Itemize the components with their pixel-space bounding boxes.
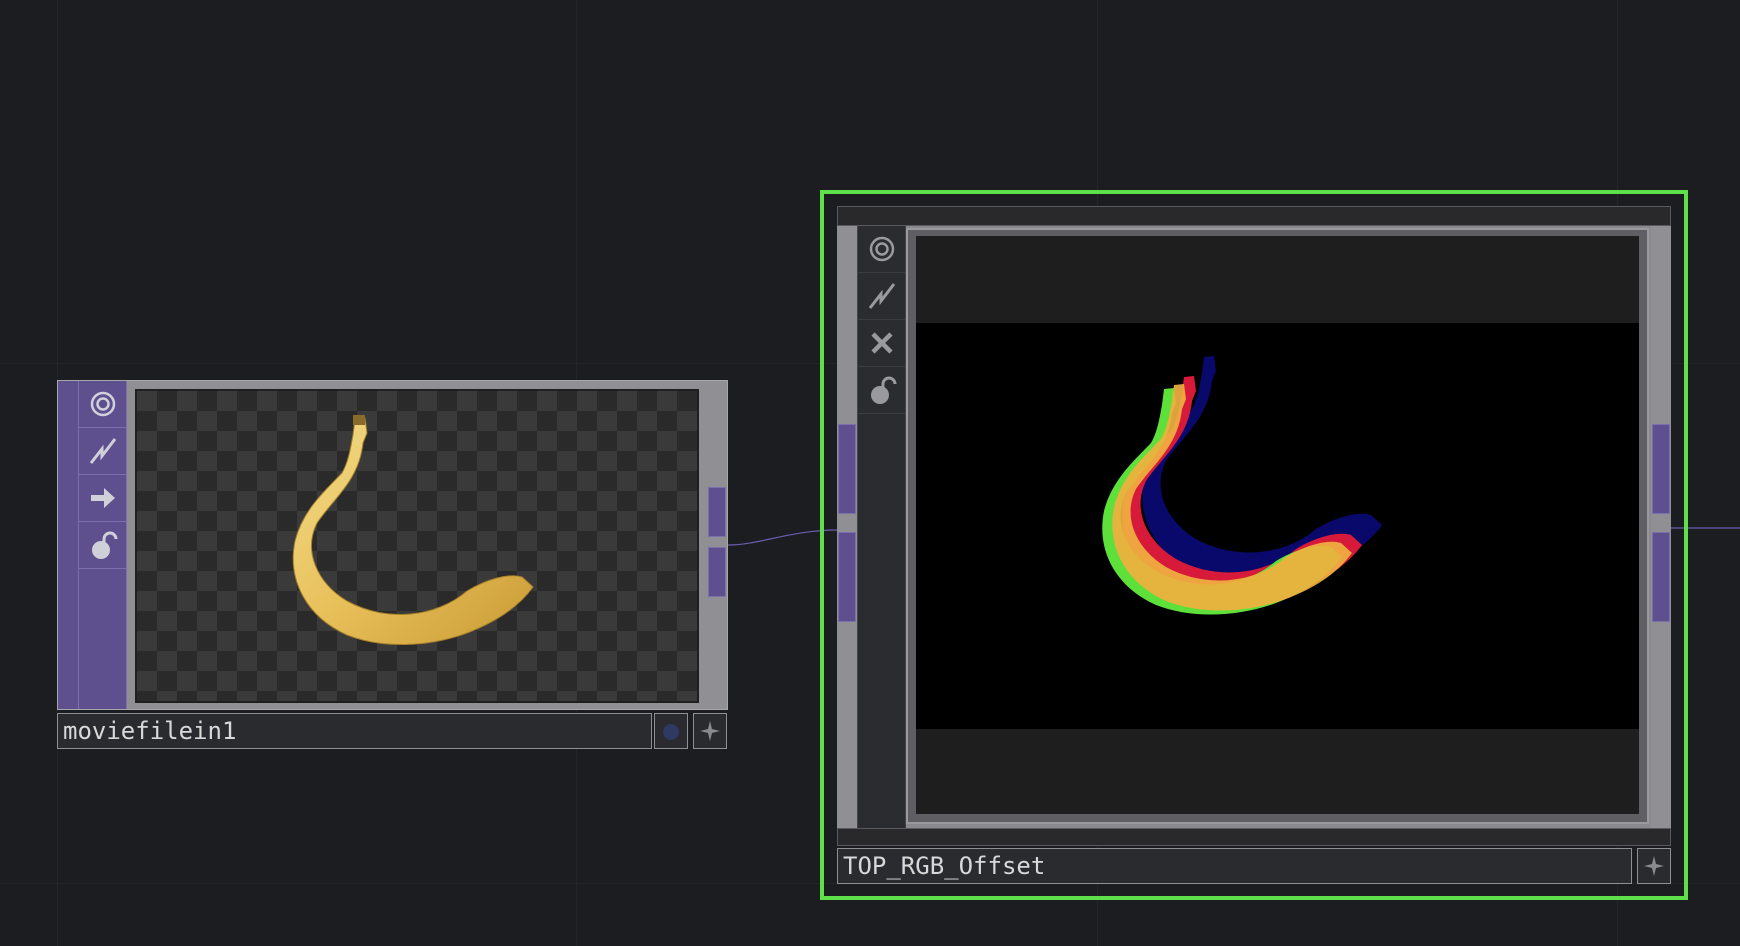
banana-image bbox=[292, 415, 534, 645]
node-expand-button[interactable] bbox=[1637, 848, 1671, 884]
input-connector-2[interactable] bbox=[838, 532, 856, 622]
cook-icon bbox=[868, 283, 895, 309]
star-plus-icon bbox=[1644, 856, 1664, 876]
viewer-icon bbox=[869, 236, 894, 262]
node-viewer[interactable] bbox=[916, 236, 1639, 814]
output-connector-1[interactable] bbox=[1652, 424, 1670, 514]
node-header-bar bbox=[837, 206, 1671, 226]
node-expand-button[interactable] bbox=[693, 713, 727, 749]
output-connector-2[interactable] bbox=[708, 547, 726, 597]
input-connector-1[interactable] bbox=[838, 424, 856, 514]
status-dot-icon bbox=[663, 724, 679, 740]
viewer-toggle-button[interactable] bbox=[79, 381, 126, 428]
cook-button[interactable] bbox=[858, 273, 905, 320]
node-button-column bbox=[857, 226, 906, 828]
lock-icon bbox=[91, 531, 117, 559]
output-strip bbox=[707, 381, 727, 709]
bypass-button[interactable] bbox=[79, 475, 126, 522]
cook-button[interactable] bbox=[79, 428, 126, 475]
bypass-arrow-icon bbox=[90, 488, 115, 508]
node-moviefilein1[interactable]: moviefilein1 bbox=[57, 380, 728, 749]
output-strip bbox=[1651, 226, 1671, 828]
close-button[interactable] bbox=[858, 320, 905, 367]
viewer-toggle-button[interactable] bbox=[858, 226, 905, 273]
node-body[interactable] bbox=[837, 226, 1671, 828]
output-connector-1[interactable] bbox=[708, 487, 726, 537]
node-name-label[interactable]: TOP_RGB_Offset bbox=[837, 848, 1632, 884]
rgb-offset-banana-image bbox=[1102, 356, 1382, 615]
cook-icon bbox=[89, 438, 116, 464]
viewer-image-area bbox=[916, 323, 1639, 729]
viewer-icon bbox=[90, 391, 115, 417]
node-viewer[interactable] bbox=[135, 389, 699, 703]
lock-icon bbox=[870, 376, 896, 404]
input-strip bbox=[837, 226, 857, 828]
lock-button[interactable] bbox=[858, 367, 905, 414]
star-plus-icon bbox=[700, 721, 720, 741]
output-connector-2[interactable] bbox=[1652, 532, 1670, 622]
node-viewer-frame bbox=[906, 228, 1649, 824]
close-icon bbox=[870, 332, 893, 354]
node-footer-bar bbox=[837, 828, 1671, 846]
node-top-rgb-offset[interactable]: TOP_RGB_Offset bbox=[820, 190, 1688, 900]
node-body[interactable] bbox=[57, 380, 728, 710]
node-button-column bbox=[78, 381, 127, 709]
lock-button[interactable] bbox=[79, 522, 126, 569]
input-strip bbox=[58, 381, 78, 709]
node-name-label[interactable]: moviefilein1 bbox=[57, 713, 652, 749]
node-flag-button[interactable] bbox=[654, 713, 688, 749]
